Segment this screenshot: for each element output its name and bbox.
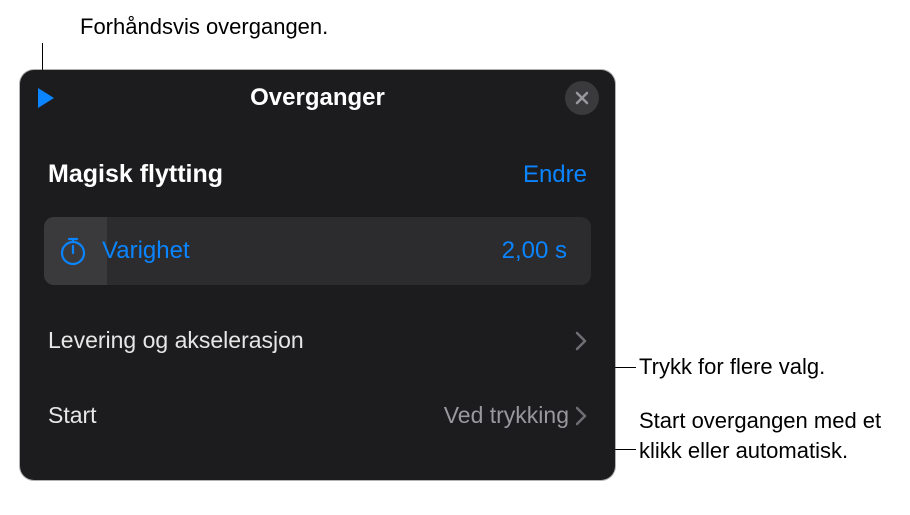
callout-start-text: Start overgangen med et klikk eller auto… bbox=[639, 406, 899, 465]
panel-title: Overganger bbox=[250, 84, 385, 112]
transitions-panel: Overganger Magisk flytting Endre Varighe… bbox=[20, 70, 615, 480]
delivery-acceleration-row[interactable]: Levering og akselerasjon bbox=[20, 327, 615, 354]
chevron-right-icon bbox=[575, 331, 587, 351]
timer-icon bbox=[58, 236, 88, 266]
duration-slider[interactable]: Varighet 2,00 s bbox=[44, 217, 591, 285]
start-row[interactable]: Start Ved trykking bbox=[20, 402, 615, 429]
chevron-right-icon bbox=[575, 406, 587, 426]
callout-more-options-text: Trykk for flere valg. bbox=[639, 352, 825, 382]
duration-label: Varighet bbox=[102, 237, 190, 265]
preview-play-button[interactable] bbox=[38, 88, 54, 108]
panel-header: Overganger bbox=[20, 70, 615, 126]
change-button[interactable]: Endre bbox=[523, 161, 587, 189]
close-icon bbox=[574, 90, 590, 106]
close-button[interactable] bbox=[565, 81, 599, 115]
callout-preview-text: Forhåndsvis overgangen. bbox=[80, 12, 328, 42]
start-label: Start bbox=[48, 402, 97, 429]
transition-type-label: Magisk flytting bbox=[48, 160, 223, 189]
start-value: Ved trykking bbox=[444, 402, 569, 429]
duration-value: 2,00 s bbox=[502, 237, 567, 265]
delivery-label: Levering og akselerasjon bbox=[48, 327, 304, 354]
transition-type-row: Magisk flytting Endre bbox=[20, 160, 615, 189]
